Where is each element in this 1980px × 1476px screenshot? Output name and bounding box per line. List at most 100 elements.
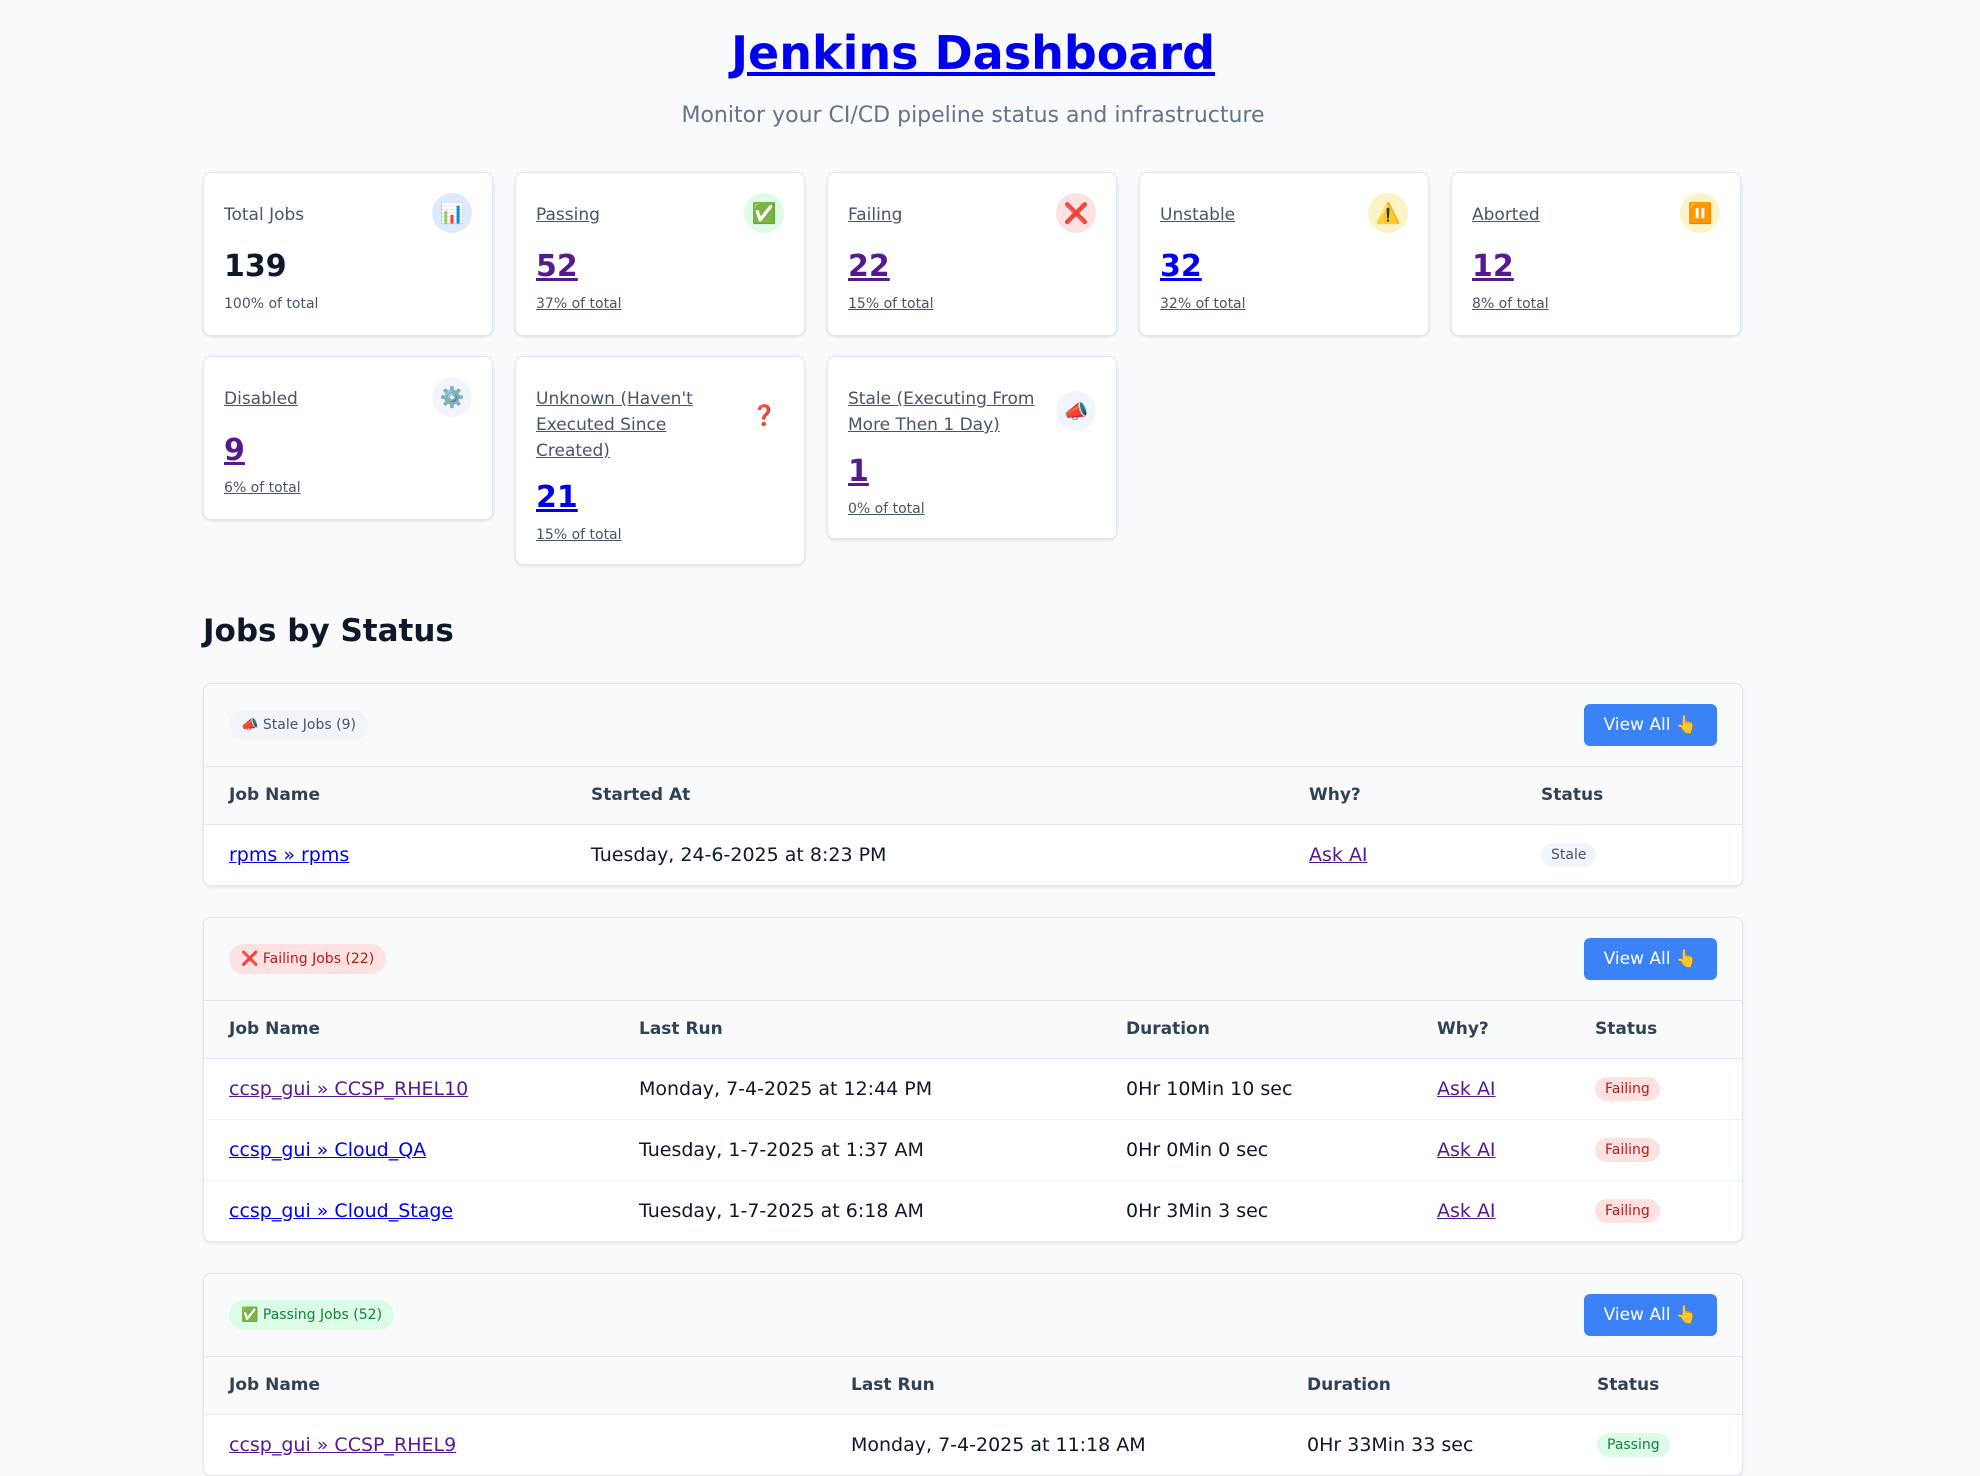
status-badge: Passing	[1597, 1433, 1670, 1458]
status-badge: Failing	[1595, 1077, 1660, 1101]
stat-card-unknown[interactable]: Unknown (Haven't Executed Since Created)…	[515, 356, 805, 565]
megaphone-icon: 📣	[1056, 391, 1096, 431]
stat-value[interactable]: 1	[848, 452, 1096, 492]
passing-jobs-pill: ✅ Passing Jobs (52)	[229, 1300, 395, 1330]
stat-label[interactable]: Passing	[536, 193, 600, 228]
stat-card-disabled[interactable]: Disabled ⚙️ 9 6% of total	[203, 356, 493, 520]
stale-jobs-panel: 📣 Stale Jobs (9) View All 👆 Job Name Sta…	[203, 683, 1743, 886]
stat-card-passing[interactable]: Passing ✅ 52 37% of total	[515, 172, 805, 336]
stat-percent[interactable]: 15% of total	[848, 295, 1096, 313]
column-header: Job Name	[229, 785, 321, 806]
stat-value[interactable]: 22	[848, 247, 1096, 287]
ask-ai-link[interactable]: Ask AI	[1437, 1139, 1496, 1161]
last-run: Tuesday, 1-7-2025 at 1:37 AM	[639, 1138, 924, 1161]
column-header: Status	[1541, 785, 1604, 806]
view-all-stale-button[interactable]: View All 👆	[1583, 704, 1717, 746]
view-all-passing-button[interactable]: View All 👆	[1583, 1294, 1717, 1336]
question-icon: ❓	[751, 403, 777, 427]
table-row: ccsp_gui » Cloud_Stage Tuesday, 1-7-2025…	[204, 1180, 1742, 1241]
stat-card-total-jobs: Total Jobs 📊 139 100% of total	[203, 172, 493, 336]
failing-jobs-panel: ❌ Failing Jobs (22) View All 👆 Job Name …	[203, 917, 1743, 1242]
ask-ai-link[interactable]: Ask AI	[1437, 1078, 1496, 1100]
last-run: Monday, 7-4-2025 at 11:18 AM	[851, 1433, 1146, 1456]
column-header: Job Name	[229, 1019, 321, 1040]
ask-ai-link[interactable]: Ask AI	[1309, 844, 1368, 866]
status-badge: Failing	[1595, 1138, 1660, 1162]
page-subtitle: Monitor your CI/CD pipeline status and i…	[681, 103, 1265, 128]
stat-percent[interactable]: 15% of total	[536, 526, 784, 544]
panel-header: 📣 Stale Jobs (9) View All 👆	[204, 684, 1742, 767]
duration: 0Hr 10Min 10 sec	[1126, 1077, 1293, 1100]
stat-value[interactable]: 9	[224, 431, 472, 471]
section-title: Jobs by Status	[203, 613, 454, 649]
job-link[interactable]: ccsp_gui » CCSP_RHEL9	[229, 1434, 456, 1456]
stat-label[interactable]: Aborted	[1472, 193, 1540, 228]
dashboard: Jenkins Dashboard Monitor your CI/CD pip…	[203, 0, 1743, 1476]
stat-label[interactable]: Stale (Executing From More Then 1 Day)	[848, 377, 1056, 438]
panel-header: ✅ Passing Jobs (52) View All 👆	[204, 1274, 1742, 1357]
header: Jenkins Dashboard Monitor your CI/CD pip…	[203, 0, 1743, 130]
stat-percent[interactable]: 8% of total	[1472, 295, 1720, 313]
column-header: Last Run	[639, 1019, 723, 1040]
view-all-failing-button[interactable]: View All 👆	[1583, 938, 1717, 980]
stat-percent[interactable]: 37% of total	[536, 295, 784, 313]
column-header: Duration	[1126, 1019, 1210, 1040]
last-run: Monday, 7-4-2025 at 12:44 PM	[639, 1077, 933, 1100]
failing-jobs-pill: ❌ Failing Jobs (22)	[229, 944, 387, 974]
table-row: ccsp_gui » CCSP_RHEL10 Monday, 7-4-2025 …	[204, 1058, 1742, 1119]
table-header-row: Job Name Last Run Duration Status	[204, 1357, 1742, 1414]
pause-icon: ⏸️	[1680, 193, 1720, 233]
job-link[interactable]: rpms » rpms	[229, 844, 349, 866]
stat-value[interactable]: 52	[536, 247, 784, 287]
stale-jobs-pill: 📣 Stale Jobs (9)	[229, 710, 368, 740]
stats-grid: Total Jobs 📊 139 100% of total Passing ✅…	[203, 172, 1743, 565]
passing-jobs-panel: ✅ Passing Jobs (52) View All 👆 Job Name …	[203, 1273, 1743, 1476]
table-row: ccsp_gui » CCSP_RHEL9 Monday, 7-4-2025 a…	[204, 1414, 1742, 1475]
table-row: rpms » rpms Tuesday, 24-6-2025 at 8:23 P…	[204, 824, 1742, 885]
stat-value[interactable]: 32	[1160, 247, 1408, 287]
failing-jobs-table: Job Name Last Run Duration Why? Status c…	[204, 1001, 1742, 1241]
stat-label: Total Jobs	[224, 205, 305, 225]
stat-label[interactable]: Failing	[848, 193, 902, 228]
table-row: ccsp_gui » Cloud_QA Tuesday, 1-7-2025 at…	[204, 1119, 1742, 1180]
last-run: Tuesday, 1-7-2025 at 6:18 AM	[639, 1199, 924, 1222]
chart-icon: 📊	[432, 193, 472, 233]
duration: 0Hr 0Min 0 sec	[1126, 1138, 1269, 1161]
started-at: Tuesday, 24-6-2025 at 8:23 PM	[591, 843, 887, 866]
page-title[interactable]: Jenkins Dashboard	[731, 24, 1215, 82]
column-header: Started At	[591, 785, 691, 806]
stat-percent[interactable]: 32% of total	[1160, 295, 1408, 313]
stat-value[interactable]: 21	[536, 478, 784, 518]
stat-card-failing[interactable]: Failing ❌ 22 15% of total	[827, 172, 1117, 336]
stat-percent[interactable]: 0% of total	[848, 500, 1096, 518]
column-header: Job Name	[229, 1375, 321, 1396]
stat-value[interactable]: 12	[1472, 247, 1720, 287]
column-header: Why?	[1437, 1019, 1489, 1040]
stat-label[interactable]: Disabled	[224, 377, 298, 412]
column-header: Why?	[1309, 785, 1361, 806]
warning-icon: ⚠️	[1368, 193, 1408, 233]
stat-card-stale[interactable]: Stale (Executing From More Then 1 Day) 📣…	[827, 356, 1117, 539]
job-link[interactable]: ccsp_gui » Cloud_Stage	[229, 1200, 453, 1222]
stat-label[interactable]: Unknown (Haven't Executed Since Created)	[536, 377, 744, 464]
stat-value: 139	[224, 249, 287, 284]
cross-icon: ❌	[1056, 193, 1096, 233]
column-header: Status	[1595, 1019, 1658, 1040]
stat-card-aborted[interactable]: Aborted ⏸️ 12 8% of total	[1451, 172, 1741, 336]
gear-icon: ⚙️	[432, 377, 472, 417]
duration: 0Hr 3Min 3 sec	[1126, 1199, 1269, 1222]
table-header-row: Job Name Started At Why? Status	[204, 767, 1742, 824]
panel-header: ❌ Failing Jobs (22) View All 👆	[204, 918, 1742, 1001]
column-header: Status	[1597, 1375, 1660, 1396]
check-icon: ✅	[744, 193, 784, 233]
table-header-row: Job Name Last Run Duration Why? Status	[204, 1001, 1742, 1058]
stat-label[interactable]: Unstable	[1160, 193, 1235, 228]
stat-card-unstable[interactable]: Unstable ⚠️ 32 32% of total	[1139, 172, 1429, 336]
status-badge: Failing	[1595, 1199, 1660, 1224]
ask-ai-link[interactable]: Ask AI	[1437, 1200, 1496, 1222]
job-link[interactable]: ccsp_gui » CCSP_RHEL10	[229, 1078, 468, 1100]
status-badge: Stale	[1541, 843, 1597, 868]
job-link[interactable]: ccsp_gui » Cloud_QA	[229, 1139, 426, 1161]
column-header: Duration	[1307, 1375, 1391, 1396]
stat-percent[interactable]: 6% of total	[224, 479, 472, 497]
